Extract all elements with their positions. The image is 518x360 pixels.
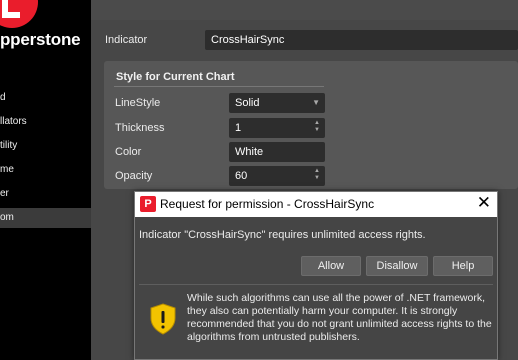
sidebar-item-active[interactable]: om <box>0 208 91 228</box>
opacity-value: 60 <box>235 170 248 182</box>
close-icon[interactable]: ✕ <box>477 193 491 213</box>
opacity-stepper[interactable]: 60 ▲ ▼ <box>229 166 325 186</box>
app-logo-icon: P <box>140 196 156 212</box>
thickness-stepper[interactable]: 1 ▲ ▼ <box>229 118 325 138</box>
thickness-label: Thickness <box>115 122 165 134</box>
color-label: Color <box>115 146 142 158</box>
dialog-titlebar[interactable]: P Request for permission - CrossHairSync… <box>135 192 497 217</box>
dialog-title: Request for permission - CrossHairSync <box>160 197 375 211</box>
sidebar: pperstone d llators tility me er om <box>0 0 91 360</box>
thickness-value: 1 <box>235 122 242 134</box>
style-group-divider <box>114 86 324 87</box>
sidebar-item-2[interactable]: llators <box>0 112 27 132</box>
spinner-arrows-icon[interactable]: ▲ ▼ <box>314 168 320 182</box>
sidebar-item-1[interactable]: d <box>0 88 6 108</box>
style-group-title: Style for Current Chart <box>116 71 235 83</box>
help-button[interactable]: Help <box>433 256 493 276</box>
opacity-label: Opacity <box>115 170 153 182</box>
dialog-divider <box>139 284 493 285</box>
sidebar-item-4[interactable]: me <box>0 160 14 180</box>
sidebar-item-5[interactable]: er <box>0 184 9 204</box>
line-style-label: LineStyle <box>115 97 161 109</box>
brand-logo-text: pperstone <box>0 30 81 49</box>
color-field[interactable]: White <box>229 142 325 162</box>
dialog-message: Indicator "CrossHairSync" requires unlim… <box>139 229 426 241</box>
chevron-down-icon: ▼ <box>312 98 320 107</box>
indicator-field[interactable]: CrossHairSync <box>205 30 518 50</box>
brand-logo-icon <box>0 0 38 28</box>
allow-button[interactable]: Allow <box>301 256 361 276</box>
disallow-button[interactable]: Disallow <box>366 256 428 276</box>
shield-icon <box>150 303 176 335</box>
style-group: Style for Current Chart LineStyle Solid … <box>104 61 518 189</box>
spinner-arrows-icon[interactable]: ▲ ▼ <box>314 120 320 134</box>
line-style-value: Solid <box>235 97 260 109</box>
indicator-label: Indicator <box>105 34 148 46</box>
line-style-select[interactable]: Solid ▼ <box>229 93 325 113</box>
panel-top-band <box>91 0 518 20</box>
permission-dialog: P Request for permission - CrossHairSync… <box>134 191 498 360</box>
sidebar-item-3[interactable]: tility <box>0 136 17 156</box>
warning-text: While such algorithms can use all the po… <box>187 292 492 343</box>
